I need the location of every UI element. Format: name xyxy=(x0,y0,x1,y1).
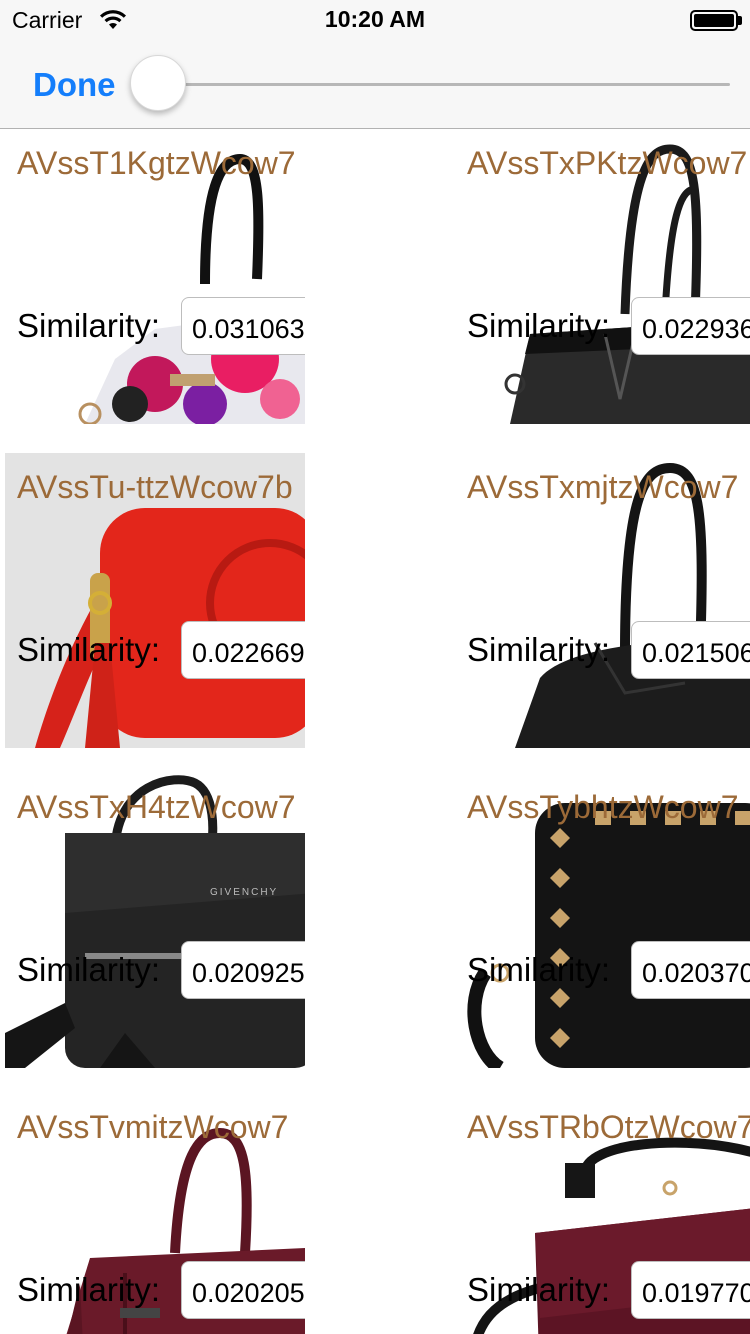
result-cell[interactable]: AVssTybhtzWcow7 Similarity: 0.020370 xyxy=(455,773,750,1068)
similarity-value: 0.021506 xyxy=(642,638,750,668)
result-title: AVssTRbOtzWcow7 xyxy=(467,1109,750,1145)
result-title: AVssTu-ttzWcow7b xyxy=(17,469,293,505)
slider-thumb[interactable] xyxy=(130,55,186,111)
result-title: AVssTxPKtzWcow7 xyxy=(467,145,748,181)
similarity-label: Similarity: xyxy=(467,951,611,988)
done-button[interactable]: Done xyxy=(33,66,116,104)
svg-text:GIVENCHY: GIVENCHY xyxy=(210,887,278,898)
result-title: AVssTxmjtzWcow7 xyxy=(467,469,739,505)
similarity-value: 0.020925 xyxy=(192,958,305,988)
result-title: AVssT1KgtzWcow7 xyxy=(17,145,296,181)
similarity-value: 0.022936 xyxy=(642,314,750,344)
similarity-label: Similarity: xyxy=(467,1271,611,1308)
result-title: AVssTxH4tzWcow7 xyxy=(17,789,296,825)
result-title: AVssTybhtzWcow7 xyxy=(467,789,739,825)
result-cell[interactable]: AVssTxPKtzWcow7 Similarity: 0.022936 xyxy=(455,129,750,424)
similarity-value: 0.020370 xyxy=(642,958,750,988)
similarity-label: Similarity: xyxy=(17,951,161,988)
slider-track[interactable] xyxy=(158,83,730,86)
similarity-label: Similarity: xyxy=(467,307,611,344)
similarity-label: Similarity: xyxy=(467,631,611,668)
similarity-value: 0.022669 xyxy=(192,638,305,668)
battery-icon xyxy=(690,10,738,31)
similarity-field[interactable]: 0.022936 xyxy=(631,297,750,355)
similarity-field[interactable]: 0.021506 xyxy=(631,621,750,679)
result-cell[interactable]: AVssT1KgtzWcow7 Similarity: 0.031063 xyxy=(5,129,305,424)
results-grid: AVssT1KgtzWcow7 Similarity: 0.031063 AVs… xyxy=(0,129,750,1334)
similarity-field[interactable]: 0.020370 xyxy=(631,941,750,999)
similarity-field[interactable]: 0.022669 xyxy=(181,621,305,679)
similarity-value: 0.031063 xyxy=(192,314,305,344)
similarity-field[interactable]: 0.031063 xyxy=(181,297,305,355)
similarity-field[interactable]: 0.019770 xyxy=(631,1261,750,1319)
result-cell[interactable]: AVssTvmitzWcow7 Similarity: 0.020205 xyxy=(5,1093,305,1334)
battery-tip xyxy=(738,16,742,25)
similarity-value: 0.019770 xyxy=(642,1278,750,1308)
similarity-label: Similarity: xyxy=(17,307,161,344)
result-cell[interactable]: AVssTRbOtzWcow7 Similarity: 0.019770 xyxy=(455,1093,750,1334)
similarity-field[interactable]: 0.020925 xyxy=(181,941,305,999)
similarity-label: Similarity: xyxy=(17,1271,161,1308)
result-cell-selected[interactable]: AVssTu-ttzWcow7b Similarity: 0.022669 xyxy=(5,453,305,748)
result-cell[interactable]: GIVENCHY AVssTxH4tzWcow7 Similarity: 0.0… xyxy=(5,773,305,1068)
toolbar: Done xyxy=(0,40,750,129)
similarity-label: Similarity: xyxy=(17,631,161,668)
similarity-field[interactable]: 0.020205 xyxy=(181,1261,305,1319)
result-title: AVssTvmitzWcow7 xyxy=(17,1109,289,1145)
status-bar: Carrier 10:20 AM xyxy=(0,0,750,40)
clock: 10:20 AM xyxy=(324,6,426,32)
similarity-value: 0.020205 xyxy=(192,1278,305,1308)
result-cell[interactable]: AVssTxmjtzWcow7 Similarity: 0.021506 xyxy=(455,453,750,748)
